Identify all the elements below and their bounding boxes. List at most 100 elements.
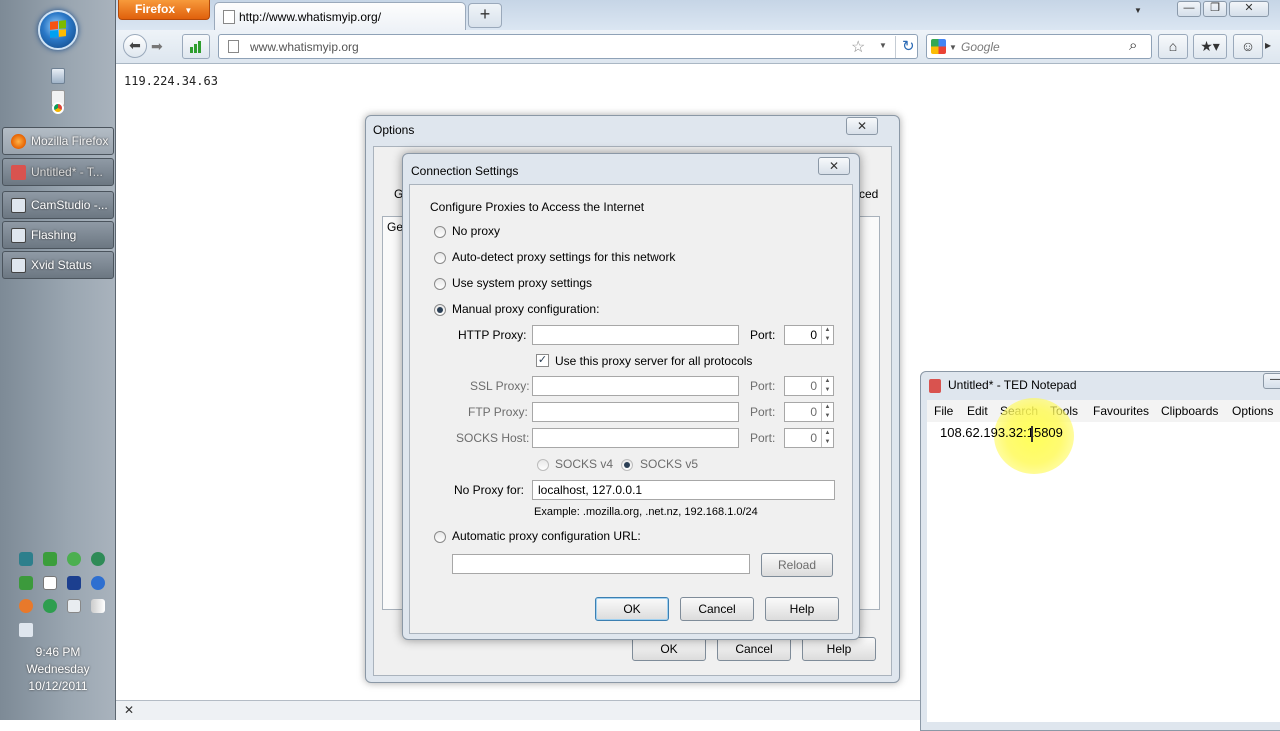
firefox-menu-button[interactable]: Firefox ▼	[118, 0, 210, 20]
connection-close-button[interactable]: ✕	[818, 157, 850, 175]
restore-button[interactable]: ❐	[1203, 1, 1227, 17]
connection-cancel-button[interactable]: Cancel	[680, 597, 754, 621]
taskbar-item-firefox[interactable]: Mozilla Firefox	[2, 127, 114, 155]
tray-arrows-icon[interactable]	[19, 576, 33, 590]
tray-lightning-icon[interactable]	[91, 576, 105, 590]
label-system-proxy[interactable]: Use system proxy settings	[452, 276, 592, 290]
tray-network-icon[interactable]	[19, 552, 33, 566]
browser-tab[interactable]: http://www.whatismyip.org/	[214, 2, 466, 30]
clock-day[interactable]: Wednesday	[0, 662, 116, 676]
label-auto-detect[interactable]: Auto-detect proxy settings for this netw…	[452, 250, 675, 264]
google-icon[interactable]	[931, 39, 946, 54]
menu-clipboards[interactable]: Clipboards	[1161, 404, 1218, 418]
tray-volume-icon[interactable]	[19, 623, 33, 637]
calculator-icon[interactable]	[51, 68, 65, 84]
ftp-port-input[interactable]: 0 ▲ ▼	[784, 402, 834, 422]
tray-drive-icon[interactable]	[43, 576, 57, 590]
search-placeholder[interactable]: Google	[961, 40, 1000, 54]
bookmarks-button[interactable]: ★▾	[1193, 34, 1227, 59]
auto-config-url-input[interactable]	[452, 554, 750, 574]
chevron-down-icon[interactable]: ▼	[949, 43, 957, 52]
label-socks-v5[interactable]: SOCKS v5	[640, 457, 698, 471]
checkbox-use-for-all[interactable]: ✓	[536, 354, 549, 367]
extension-button[interactable]	[182, 34, 210, 59]
notepad-minimize-button[interactable]: —	[1263, 373, 1280, 389]
options-help-button[interactable]: Help	[802, 637, 876, 661]
radio-socks-v5[interactable]	[621, 459, 633, 471]
label-socks-v4[interactable]: SOCKS v4	[555, 457, 613, 471]
url-text[interactable]: www.whatismyip.org	[250, 40, 359, 54]
notepad-text-area[interactable]	[927, 422, 1280, 722]
search-icon[interactable]: ⌕	[1129, 37, 1137, 54]
label-auto-config-url[interactable]: Automatic proxy configuration URL:	[452, 529, 641, 543]
home-button[interactable]: ⌂	[1158, 34, 1188, 59]
port-spinner-icon[interactable]: ▲ ▼	[821, 377, 833, 395]
clock-date[interactable]: 10/12/2011	[0, 679, 116, 693]
socks-host-input[interactable]	[532, 428, 739, 448]
tray-lock-icon[interactable]	[67, 576, 81, 590]
tray-check-icon[interactable]	[43, 552, 57, 566]
tray-globe-icon[interactable]	[91, 552, 105, 566]
port-spinner-icon[interactable]: ▲ ▼	[821, 403, 833, 421]
ftp-proxy-input[interactable]	[532, 402, 739, 422]
back-arrow-icon: ⬅	[129, 37, 141, 53]
chrome-icon[interactable]	[52, 102, 64, 114]
options-ok-button[interactable]: OK	[632, 637, 706, 661]
taskbar-item-xvid-status[interactable]: Xvid Status	[2, 251, 114, 279]
reload-icon[interactable]: ↻	[902, 37, 915, 55]
tray-update-icon[interactable]	[19, 599, 33, 613]
options-cancel-button[interactable]: Cancel	[717, 637, 791, 661]
menu-options[interactable]: Options	[1232, 404, 1273, 418]
radio-socks-v4[interactable]	[537, 459, 549, 471]
tray-utorrent-icon[interactable]	[43, 599, 57, 613]
search-bar[interactable]: ▼ Google ⌕	[926, 34, 1152, 59]
back-button[interactable]: ⬅	[123, 34, 147, 58]
ssl-port-input[interactable]: 0 ▲ ▼	[784, 376, 834, 396]
close-window-button[interactable]: ✕	[1229, 1, 1269, 17]
tray-signal-icon[interactable]	[91, 599, 105, 613]
close-icon[interactable]: ✕	[124, 703, 134, 717]
connection-help-button[interactable]: Help	[765, 597, 839, 621]
tab-list-icon[interactable]: ▼	[1134, 6, 1142, 15]
radio-manual-proxy[interactable]	[434, 304, 446, 316]
forward-button[interactable]: ➡	[151, 38, 163, 55]
options-tab-advanced-partial[interactable]: ced	[859, 187, 878, 201]
url-bar[interactable]: www.whatismyip.org ☆ ▼ ↻	[218, 34, 918, 59]
clock-time[interactable]: 9:46 PM	[0, 645, 116, 659]
socks-port-input[interactable]: 0 ▲ ▼	[784, 428, 834, 448]
toolbar-overflow-icon[interactable]: ▸	[1265, 38, 1271, 52]
options-close-button[interactable]: ✕	[846, 117, 878, 135]
radio-auto-config-url[interactable]	[434, 531, 446, 543]
radio-system-proxy[interactable]	[434, 278, 446, 290]
notepad-content[interactable]: 108.62.193.32:15809	[940, 425, 1063, 440]
label-manual-proxy[interactable]: Manual proxy configuration:	[452, 302, 599, 316]
tray-flag-icon[interactable]	[67, 599, 81, 613]
start-button[interactable]	[38, 10, 78, 50]
history-dropdown-icon[interactable]: ▼	[879, 41, 887, 50]
taskbar-item-ted-notepad[interactable]: Untitled* - T...	[2, 158, 114, 186]
menu-edit[interactable]: Edit	[967, 404, 988, 418]
http-port-input[interactable]: 0 ▲ ▼	[784, 325, 834, 345]
connection-ok-button[interactable]: OK	[595, 597, 669, 621]
taskbar-item-flashing[interactable]: Flashing	[2, 221, 114, 249]
radio-auto-detect[interactable]	[434, 252, 446, 264]
tray-gear-icon[interactable]	[67, 552, 81, 566]
http-proxy-input[interactable]	[532, 325, 739, 345]
port-spinner-icon[interactable]: ▲ ▼	[821, 429, 833, 447]
label-no-proxy[interactable]: No proxy	[452, 224, 500, 238]
port-spinner-icon[interactable]: ▲ ▼	[821, 326, 833, 344]
taskbar-item-camstudio[interactable]: CamStudio -...	[2, 191, 114, 219]
notepad-title: Untitled* - TED Notepad	[948, 378, 1077, 392]
no-proxy-for-input[interactable]: localhost, 127.0.0.1	[532, 480, 835, 500]
menu-file[interactable]: File	[934, 404, 953, 418]
bookmark-star-icon[interactable]: ☆	[851, 37, 865, 57]
ssl-proxy-input[interactable]	[532, 376, 739, 396]
menu-favourites[interactable]: Favourites	[1093, 404, 1149, 418]
label-use-for-all[interactable]: Use this proxy server for all protocols	[555, 354, 752, 368]
new-tab-button[interactable]: +	[468, 3, 502, 28]
minimize-button[interactable]: —	[1177, 1, 1201, 17]
addon-button[interactable]: ☺	[1233, 34, 1263, 59]
site-identity-icon[interactable]	[228, 40, 239, 53]
radio-no-proxy[interactable]	[434, 226, 446, 238]
reload-button[interactable]: Reload	[761, 553, 833, 577]
